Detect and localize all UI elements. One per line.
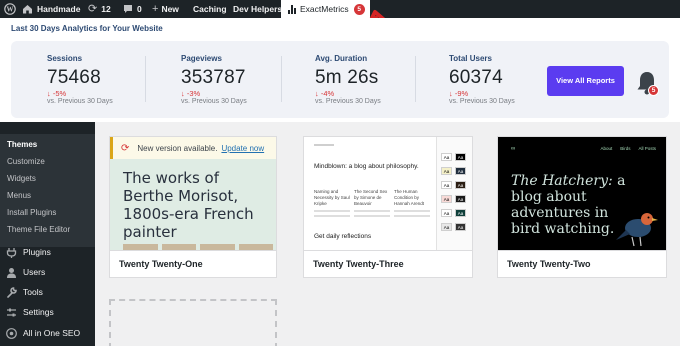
stat-previous: vs. Previous 30 Days	[315, 98, 381, 105]
sidebar-item-label: Plugins	[23, 247, 51, 257]
preview-cta: Get daily reflections	[314, 233, 372, 240]
home-icon	[23, 5, 32, 14]
stat-previous: vs. Previous 30 Days	[449, 98, 515, 105]
sidebar-item-label: All in One SEO	[23, 328, 81, 338]
update-notice-text: New version available.	[137, 143, 218, 153]
sidebar-item-label: Settings	[23, 307, 54, 317]
preview-logo-icon: ∞	[511, 146, 516, 152]
theme-card-twenty-twenty-one[interactable]: ⟳ New version available. Update now The …	[109, 136, 277, 278]
theme-card-twenty-twenty-two[interactable]: ∞ About Birds All Posts The Hatchery: a bl…	[497, 136, 667, 278]
sidebar-item-widgets[interactable]: Widgets	[7, 174, 36, 183]
theme-screenshot: ∞ About Birds All Posts The Hatchery: a bl…	[498, 137, 666, 250]
theme-screenshot: ⟳ New version available. Update now The …	[110, 137, 276, 250]
stat-value: 353787	[181, 67, 246, 88]
theme-card-twenty-twenty-three[interactable]: Mindblown: a blog about philosophy. Nami…	[303, 136, 473, 278]
plug-icon	[6, 247, 17, 258]
preview-column: The Second Sex by Simone de Beauvoir	[354, 189, 390, 217]
new-label: New	[161, 4, 179, 14]
stat-label: Sessions	[47, 54, 83, 63]
sidebar-item-menus[interactable]: Menus	[7, 191, 31, 200]
exactmetrics-menu[interactable]: ExactMetrics 5	[281, 0, 370, 18]
stat-divider	[145, 56, 146, 102]
aioseo-icon	[6, 327, 17, 339]
bird-illustration-icon	[616, 213, 658, 247]
caching-menu[interactable]: Caching	[193, 0, 227, 18]
stat-change: ↓ -9%	[449, 89, 469, 98]
stat-label: Pageviews	[181, 54, 222, 63]
site-name: Handmade	[37, 4, 81, 14]
sidebar-item-label: Users	[23, 267, 46, 277]
plus-icon: +	[152, 3, 159, 15]
stat-divider	[281, 56, 282, 102]
theme-preview-headline: Mindblown: a blog about philosophy.	[314, 163, 419, 170]
user-icon	[6, 267, 17, 278]
preview-column: The Human Condition by Hannah Arendt	[394, 189, 430, 217]
update-refresh-icon: ⟳	[121, 142, 130, 154]
stat-change: ↓ -3%	[181, 89, 201, 98]
comment-icon	[124, 5, 132, 13]
sidebar-item-all-in-one-seo[interactable]: All in One SEO	[0, 323, 95, 343]
appearance-submenu: Themes Customize Widgets Menus Install P…	[0, 134, 95, 247]
sidebar-item-customize[interactable]: Customize	[7, 157, 45, 166]
theme-preview-main: Mindblown: a blog about philosophy. Nami…	[304, 137, 436, 250]
preview-column: Naming and Necessity by Saul Kripke	[314, 189, 350, 217]
dev-helpers-label: Dev Helpers	[233, 4, 283, 14]
theme-name: Twenty Twenty-Two	[498, 250, 666, 277]
settings-sliders-icon	[6, 307, 17, 318]
updates-count: 12	[101, 4, 111, 14]
update-notice: ⟳ New version available. Update now	[110, 137, 276, 159]
sidebar-item-tools[interactable]: Tools	[0, 282, 95, 302]
stat-change: ↓ -5%	[47, 89, 67, 98]
updates-menu[interactable]: ⟳ 12	[88, 0, 111, 18]
theme-preview: The works of Berthe Morisot, 1800s-era F…	[110, 159, 276, 250]
comments-menu[interactable]: 0	[123, 0, 142, 18]
update-now-link[interactable]: Update now	[221, 144, 264, 153]
svg-text:W: W	[7, 6, 14, 14]
view-all-reports-button[interactable]: View All Reports	[547, 66, 624, 96]
stat-previous: vs. Previous 30 Days	[47, 98, 113, 105]
dev-helpers-menu[interactable]: Dev Helpers	[233, 0, 282, 18]
stat-previous: vs. Previous 30 Days	[181, 98, 247, 105]
sidebar-item-users[interactable]: Users	[0, 262, 95, 282]
stat-value: 5m 26s	[315, 67, 379, 88]
theme-preview-headline: The works of Berthe Morisot, 1800s-era F…	[123, 169, 254, 241]
admin-sidebar: Themes Customize Widgets Menus Install P…	[0, 122, 95, 346]
caching-label: Caching	[193, 4, 227, 14]
stats-box: Sessions 75468 ↓ -5% vs. Previous 30 Day…	[11, 41, 669, 118]
notification-badge: 5	[648, 85, 659, 96]
preview-style-panel: Aa Aa Aa Aa Aa Aa Aa Aa Aa Aa Aa Aa	[436, 137, 472, 250]
add-new-theme-card[interactable]	[109, 299, 277, 346]
sidebar-item-theme-file-editor[interactable]: Theme File Editor	[7, 225, 70, 234]
sidebar-item-install-plugins[interactable]: Install Plugins	[7, 208, 56, 217]
exactmetrics-chart-icon	[288, 4, 296, 14]
stat-value: 75468	[47, 67, 101, 88]
sidebar-item-label: Tools	[23, 287, 43, 297]
stat-divider	[415, 56, 416, 102]
stat-label: Avg. Duration	[315, 54, 368, 63]
sidebar-item-settings[interactable]: Settings	[0, 302, 95, 322]
comments-count: 0	[137, 4, 142, 14]
admin-bar: W Handmade ⟳ 12 0 + New Caching Dev Help…	[0, 0, 680, 18]
sidebar-item-plugins[interactable]: Plugins	[0, 242, 95, 262]
new-content-menu[interactable]: + New	[152, 0, 179, 18]
preview-nav-line	[314, 144, 334, 146]
analytics-panel: Last 30 Days Analytics for Your Website …	[0, 18, 680, 122]
theme-name: Twenty Twenty-Three	[304, 250, 472, 277]
stat-label: Total Users	[449, 54, 492, 63]
preview-nav: About Birds All Posts	[600, 146, 656, 151]
analytics-panel-title: Last 30 Days Analytics for Your Website	[11, 24, 163, 33]
wrench-icon	[6, 286, 17, 298]
theme-preview: ∞ About Birds All Posts The Hatchery: a bl…	[498, 137, 666, 250]
theme-name: Twenty Twenty-One	[110, 250, 276, 277]
refresh-icon: ⟳	[88, 3, 98, 15]
wordpress-logo-icon[interactable]: W	[4, 0, 16, 18]
stat-value: 60374	[449, 67, 503, 88]
sidebar-item-themes[interactable]: Themes	[7, 140, 37, 149]
site-name-menu[interactable]: Handmade	[22, 0, 80, 18]
theme-preview: Mindblown: a blog about philosophy. Nami…	[304, 137, 472, 250]
exactmetrics-label: ExactMetrics	[300, 4, 349, 14]
theme-screenshot: Mindblown: a blog about philosophy. Nami…	[304, 137, 472, 250]
stat-change: ↓ -4%	[315, 89, 335, 98]
